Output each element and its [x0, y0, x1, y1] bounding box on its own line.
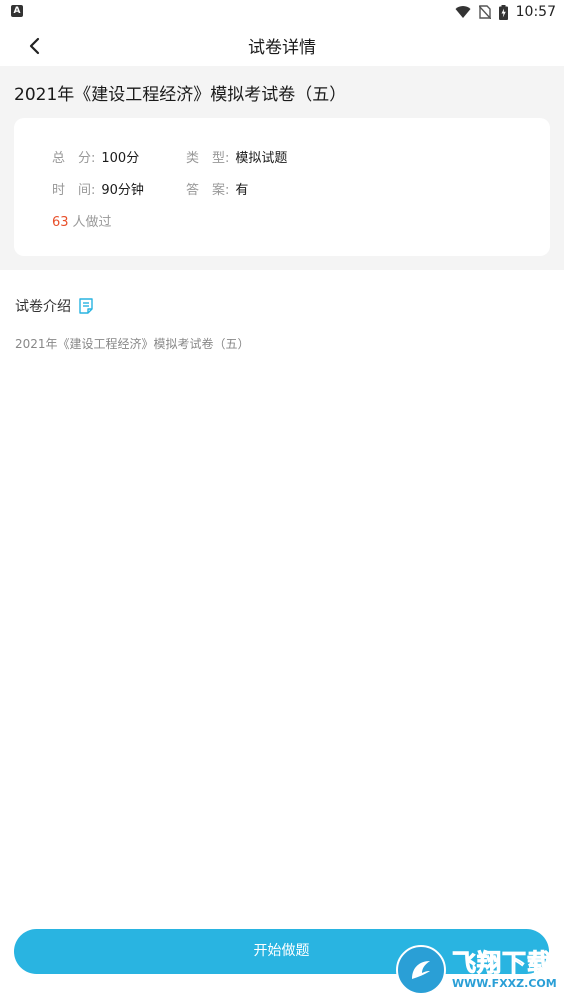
score-label: 总 分:	[52, 151, 96, 166]
page-title: 试卷详情	[248, 38, 316, 58]
intro-header: 试卷介绍	[15, 296, 93, 316]
nav-bar: 试卷详情	[0, 24, 564, 66]
type-row: 类 型: 模拟试题	[186, 147, 287, 166]
exam-header: 2021年《建设工程经济》模拟考试卷（五） 总 分: 100分 类 型: 模拟试题 …	[0, 66, 564, 270]
time-row: 时 间: 90分钟	[52, 179, 144, 198]
done-count-suffix: 人做过	[72, 215, 112, 230]
type-label: 类 型:	[186, 151, 230, 166]
status-bar: A 10:57	[0, 0, 564, 24]
score-row: 总 分: 100分	[52, 147, 139, 166]
score-value: 100分	[101, 151, 140, 166]
answer-label: 答 案:	[186, 183, 230, 198]
battery-charging-icon	[498, 4, 508, 20]
done-count: 63	[52, 215, 69, 230]
answer-value: 有	[235, 183, 249, 198]
exam-title: 2021年《建设工程经济》模拟考试卷（五）	[14, 85, 347, 105]
time-value: 90分钟	[101, 183, 144, 198]
type-value: 模拟试题	[235, 151, 288, 166]
watermark-cn: 飞翔下载	[452, 949, 552, 977]
document-icon	[79, 298, 93, 314]
intro-title: 试卷介绍	[15, 299, 71, 315]
exam-info-card: 总 分: 100分 类 型: 模拟试题 时 间: 90分钟 答 案: 有 63 人做过	[14, 118, 550, 256]
watermark-text: 飞翔下载 WWW.FXXZ.COM	[452, 949, 557, 990]
watermark-logo-icon	[396, 945, 446, 995]
site-watermark: 飞翔下载 WWW.FXXZ.COM	[396, 942, 564, 998]
done-count-row: 63 人做过	[52, 211, 112, 230]
time-label: 时 间:	[52, 183, 96, 198]
wifi-icon	[455, 6, 471, 19]
clock: 10:57	[515, 4, 556, 20]
app-notification-icon: A	[11, 5, 23, 17]
answer-row: 答 案: 有	[186, 179, 248, 198]
intro-description: 2021年《建设工程经济》模拟考试卷（五）	[15, 337, 250, 351]
status-icons: 10:57	[455, 3, 556, 21]
watermark-en: WWW.FXXZ.COM	[452, 977, 557, 990]
no-sim-icon	[478, 5, 491, 19]
